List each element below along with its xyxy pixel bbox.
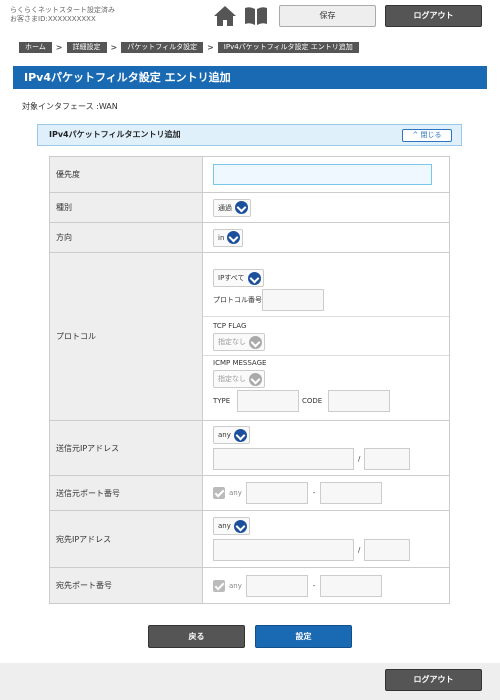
section-title: IPv4パケットフィルタエントリ追加 [49, 130, 181, 139]
dst-port-any-label: any [229, 581, 242, 590]
icmp-message-select[interactable]: 指定なし [213, 370, 265, 388]
tcp-flag-value: 指定なし [218, 338, 246, 346]
apply-button[interactable]: 設定 [255, 625, 352, 648]
dash: - [312, 581, 316, 590]
slash: / [358, 455, 361, 463]
section-header: IPv4パケットフィルタエントリ追加 ^ 閉じる [37, 124, 462, 146]
divider [203, 316, 449, 317]
chevron-down-icon [235, 201, 248, 214]
protocol-label: プロトコル [49, 252, 203, 421]
src-port-start-input[interactable] [245, 482, 308, 504]
icmp-message-label: ICMP MESSAGE [213, 359, 267, 367]
direction-label: 方向 [49, 222, 203, 253]
direction-select[interactable]: in [213, 228, 244, 247]
chevron-down-icon [249, 372, 262, 386]
collapse-button[interactable]: ^ 閉じる [402, 129, 452, 142]
breadcrumb-advanced[interactable]: 詳細設定 [66, 41, 107, 53]
icmp-message-value: 指定なし [218, 375, 246, 383]
icmp-type-label: TYPE [213, 397, 231, 405]
icmp-code-label: CODE [302, 397, 323, 405]
dst-ip-label: 宛先IPアドレス [49, 510, 203, 568]
breadcrumb-packet-filter[interactable]: パケットフィルタ設定 [121, 41, 204, 53]
dst-port-start-input[interactable] [245, 574, 308, 597]
interface-text: 対象インタフェース :WAN [22, 102, 118, 111]
tcp-flag-label: TCP FLAG [213, 322, 247, 330]
breadcrumb-home[interactable]: ホーム [19, 41, 52, 53]
protocol-number-input[interactable] [262, 289, 324, 311]
dst-ip-input[interactable] [213, 539, 354, 561]
customer-id: お客さまID:XXXXXXXXXX [10, 15, 96, 23]
breadcrumb-current: IPv4パケットフィルタ設定 エントリ追加 [217, 41, 359, 53]
slash: / [358, 546, 361, 554]
home-icon[interactable] [213, 5, 237, 27]
type-label: 種別 [49, 192, 203, 223]
chevron-down-icon [247, 271, 261, 285]
src-ip-select[interactable]: any [213, 426, 250, 444]
protocol-value: IPすべて [218, 274, 245, 282]
priority-label: 優先度 [49, 156, 203, 193]
chevron-down-icon [249, 335, 262, 349]
page-title: IPv4パケットフィルタ設定 エントリ追加 [13, 66, 487, 89]
src-port-end-input[interactable] [320, 482, 383, 504]
direction-value: in [218, 233, 225, 242]
dst-port-any-checkbox[interactable] [213, 579, 225, 592]
status-text: らくらくネットスタート設定済み お客さまID:XXXXXXXXXX [10, 6, 115, 24]
book-icon[interactable] [243, 5, 269, 27]
breadcrumb-separator: > [55, 42, 63, 52]
src-ip-value: any [218, 431, 231, 439]
chevron-down-icon [233, 428, 247, 442]
save-button[interactable]: 保存 [279, 5, 376, 27]
filter-form: 優先度 種別 通過 方向 in プロトコル IPすべて プロトコル番号 TCP … [49, 156, 450, 604]
priority-input[interactable] [213, 164, 432, 185]
src-port-any-label: any [229, 489, 242, 497]
footer: ログアウト [0, 663, 500, 700]
dst-ip-select[interactable]: any [213, 517, 250, 535]
type-select[interactable]: 通過 [213, 198, 251, 217]
tcp-flag-select[interactable]: 指定なし [213, 333, 265, 351]
divider [203, 355, 449, 356]
back-button[interactable]: 戻る [148, 625, 245, 648]
src-mask-input[interactable] [364, 448, 411, 470]
dst-port-label: 宛先ポート番号 [49, 567, 203, 604]
breadcrumb: ホーム > 詳細設定 > パケットフィルタ設定 > IPv4パケットフィルタ設定… [19, 41, 359, 53]
src-ip-label: 送信元IPアドレス [49, 420, 203, 476]
status-line1: らくらくネットスタート設定済み [10, 6, 115, 14]
chevron-down-icon [227, 231, 241, 244]
protocol-number-label: プロトコル番号 [213, 296, 262, 304]
protocol-select[interactable]: IPすべて [213, 269, 264, 287]
chevron-down-icon [233, 519, 247, 533]
breadcrumb-separator: > [207, 42, 214, 52]
icmp-type-input[interactable] [237, 390, 299, 412]
footer-logout-button[interactable]: ログアウト [385, 669, 482, 691]
collapse-label: 閉じる [420, 131, 442, 139]
dst-port-end-input[interactable] [320, 574, 383, 597]
dst-mask-input[interactable] [364, 539, 411, 561]
breadcrumb-separator: > [110, 42, 118, 52]
type-value: 通過 [218, 203, 232, 212]
header: らくらくネットスタート設定済み お客さまID:XXXXXXXXXX 保存 ログア… [0, 0, 500, 33]
src-port-label: 送信元ポート番号 [49, 475, 203, 511]
dash: - [312, 489, 316, 497]
chevron-up-icon: ^ [412, 131, 419, 139]
src-ip-input[interactable] [213, 448, 354, 470]
dst-ip-value: any [218, 522, 231, 530]
logout-button[interactable]: ログアウト [385, 5, 482, 27]
src-port-any-checkbox[interactable] [213, 487, 225, 499]
icmp-code-input[interactable] [328, 390, 390, 412]
